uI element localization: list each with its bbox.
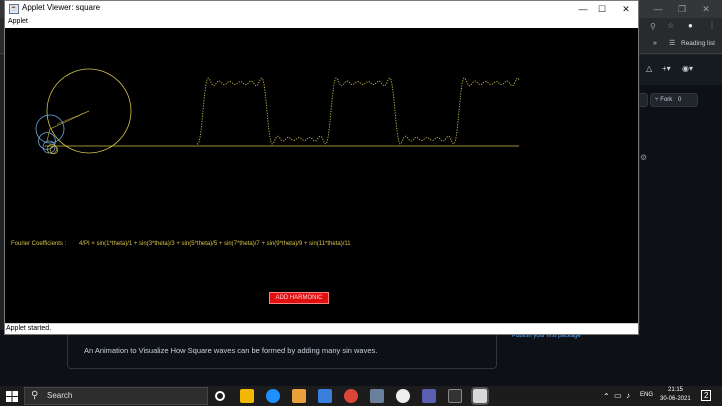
close-button[interactable]: ✕	[613, 1, 639, 17]
menu-icon[interactable]: ⋮	[708, 21, 716, 30]
maximize-button[interactable]: ☐	[589, 1, 615, 17]
app-icon[interactable]	[422, 389, 436, 403]
zoom-icon[interactable]: ⚲	[650, 22, 656, 31]
media-player-icon[interactable]	[292, 389, 306, 403]
settings-gear-icon[interactable]: ⚙	[640, 153, 647, 162]
bell-icon[interactable]: △	[646, 64, 652, 73]
clock-date[interactable]: 30-06-2021	[660, 396, 691, 402]
java-cup-icon: ☕	[9, 4, 19, 14]
volume-icon[interactable]: ♪	[626, 391, 630, 400]
applet-window: ☕ Applet Viewer: square — ☐ ✕ Applet Fou…	[4, 0, 639, 335]
status-text: Applet started.	[6, 325, 52, 332]
fork-icon: ⑂	[655, 97, 659, 103]
cortana-icon[interactable]	[215, 391, 225, 401]
browser-minimize-button[interactable]: —	[646, 2, 670, 16]
square-wave-curve	[196, 77, 520, 145]
windows-start-icon[interactable]	[4, 388, 20, 404]
clock-time[interactable]: 21:15	[668, 387, 683, 393]
language-indicator[interactable]: ENG	[640, 392, 653, 398]
site-header: △ +▾ ◉▾	[640, 55, 722, 85]
browser-restore-button[interactable]: ❐	[670, 2, 694, 16]
radius-line-inner	[56, 110, 90, 125]
profile-avatar[interactable]: ●	[688, 21, 693, 30]
tray-chevron-icon[interactable]: ⌃	[603, 392, 610, 401]
description-box: An Animation to Visualize How Square wav…	[67, 333, 497, 369]
settings-icon[interactable]	[396, 389, 410, 403]
epicycle-circles	[35, 68, 132, 155]
applet-title: Applet Viewer: square	[22, 3, 101, 12]
network-icon[interactable]: ▭	[614, 391, 622, 400]
star-icon[interactable]: ☆	[667, 21, 674, 30]
terminal-icon[interactable]	[448, 389, 462, 403]
fork-count: 0	[677, 97, 682, 103]
mail-icon[interactable]	[318, 389, 332, 403]
radius-line-1	[49, 110, 90, 130]
radius-line-3	[46, 128, 51, 142]
browser-close-button[interactable]: ✕	[694, 2, 718, 16]
search-icon: ⚲	[31, 390, 39, 401]
applet-title-bar[interactable]: ☕ Applet Viewer: square — ☐ ✕	[5, 1, 638, 17]
java-applet-taskbar-icon[interactable]	[471, 387, 489, 405]
desktop: — ❐ ✕ ⚲ ☆ ● ⋮ » ☰ Reading list △ +▾ ◉▾ ⑂…	[0, 0, 722, 406]
notification-icon[interactable]: 2	[701, 390, 712, 401]
files-icon[interactable]	[370, 389, 384, 403]
menu-applet[interactable]: Applet	[8, 18, 28, 25]
reading-list-icon[interactable]: ☰	[669, 39, 675, 47]
fourier-coefficients-label: Fourier Coefficients :	[11, 241, 67, 247]
fork-label: Fork	[660, 97, 673, 103]
reading-list-label[interactable]: Reading list	[681, 40, 715, 47]
plus-icon[interactable]: +▾	[662, 64, 671, 73]
add-harmonic-button[interactable]: ADD HARMONIC	[269, 292, 329, 304]
edge-icon[interactable]	[266, 389, 280, 403]
fourier-formula: 4/PI × sin(1*theta)/1 + sin(3*theta)/3 +…	[79, 241, 351, 247]
user-avatar[interactable]: ◉▾	[682, 64, 693, 73]
more-bookmarks-icon[interactable]: »	[653, 40, 657, 47]
fourier-drawing	[35, 68, 520, 155]
repo-description: An Animation to Visualize How Square wav…	[84, 346, 378, 355]
fork-button[interactable]: ⑂ Fork 0	[650, 93, 698, 107]
applet-status-bar: Applet started.	[5, 323, 638, 334]
animation-canvas: Fourier Coefficients : 4/PI × sin(1*thet…	[5, 28, 638, 323]
notification-count: 2	[704, 391, 709, 400]
search-placeholder: Search	[47, 391, 73, 400]
watch-button[interactable]	[638, 93, 648, 107]
taskbar-search[interactable]: ⚲ Search	[24, 387, 208, 405]
chrome-icon[interactable]	[344, 389, 358, 403]
file-explorer-icon[interactable]	[240, 389, 254, 403]
taskbar: ⚲ Search ⌃ ▭ ♪ ENG 21:15 30-06-2021 2	[0, 386, 722, 406]
applet-menu-bar: Applet	[5, 17, 638, 28]
